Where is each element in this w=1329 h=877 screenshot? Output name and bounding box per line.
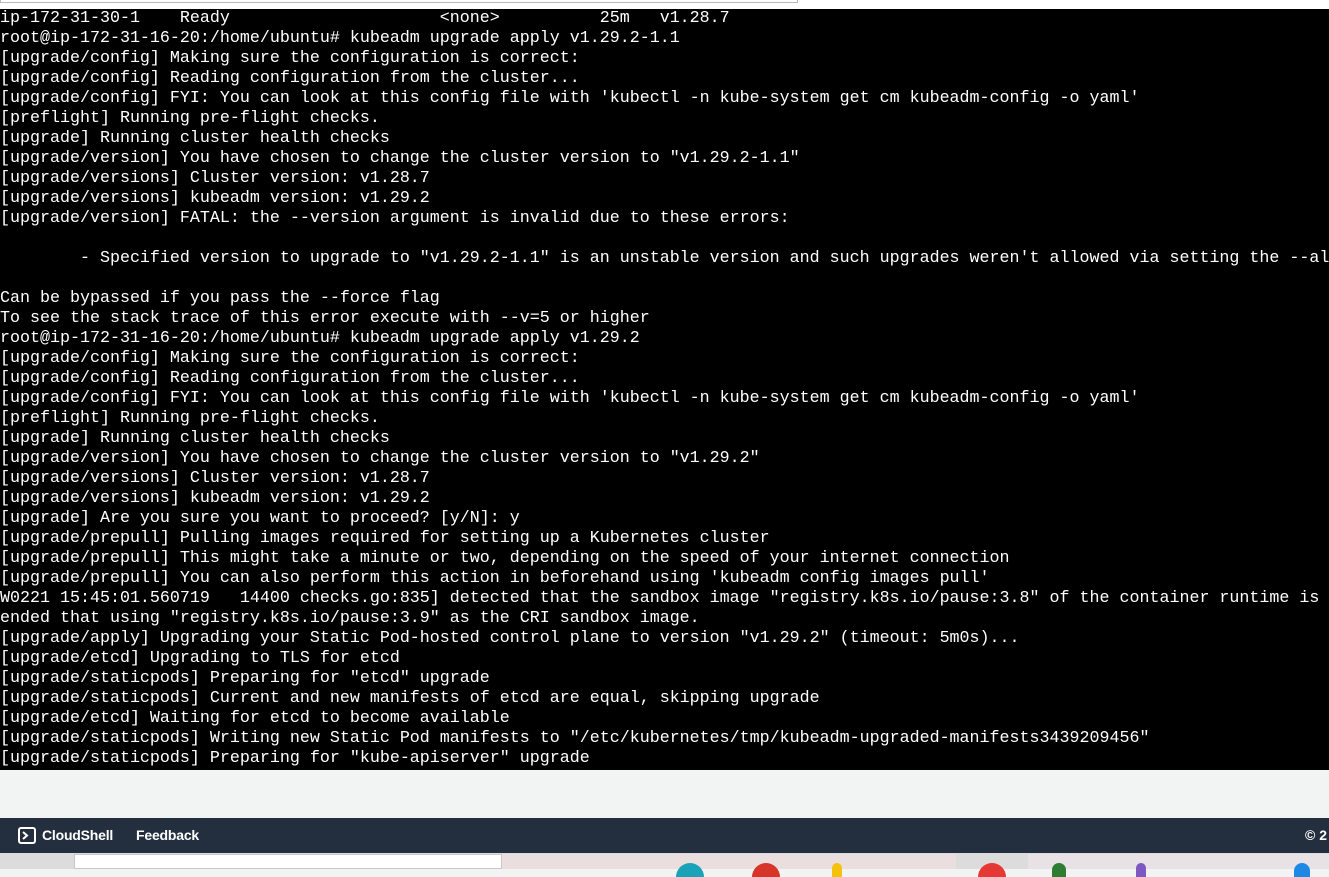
- cloudshell-button[interactable]: CloudShell: [42, 827, 113, 843]
- terminal-line: [upgrade/config] Making sure the configu…: [0, 49, 580, 68]
- terminal-line: [upgrade/prepull] You can also perform t…: [0, 569, 990, 588]
- terminal-line: [upgrade/versions] kubeadm version: v1.2…: [0, 489, 430, 508]
- browser-top-strip: [0, 0, 1329, 9]
- terminal-line: [upgrade/config] Reading configuration f…: [0, 69, 580, 88]
- feedback-button[interactable]: Feedback: [136, 827, 199, 843]
- os-taskbar: [0, 853, 1329, 877]
- terminal-line: [upgrade/staticpods] Current and new man…: [0, 689, 820, 708]
- terminal-line: [upgrade/prepull] Pulling images require…: [0, 529, 770, 548]
- terminal-line: [upgrade] Are you sure you want to proce…: [0, 509, 520, 528]
- terminal-window[interactable]: ip-172-31-30-1 Ready <none> 25m v1.28.7 r…: [0, 9, 1329, 770]
- terminal-line: [upgrade/config] FYI: You can look at th…: [0, 389, 1140, 408]
- terminal-line: [upgrade/apply] Upgrading your Static Po…: [0, 629, 1020, 648]
- terminal-line: [upgrade/prepull] This might take a minu…: [0, 549, 1010, 568]
- terminal-line: [upgrade/staticpods] Preparing for "kube…: [0, 749, 590, 768]
- terminal-line: Can be bypassed if you pass the --force …: [0, 289, 440, 308]
- terminal-line: [upgrade/version] FATAL: the --version a…: [0, 209, 790, 228]
- terminal-line: [upgrade/staticpods] Writing new Static …: [0, 729, 1150, 748]
- cloudshell-icon[interactable]: [18, 827, 36, 844]
- page-background: [0, 770, 1329, 818]
- terminal-line: [upgrade/config] Reading configuration f…: [0, 369, 580, 388]
- app-icon[interactable]: [832, 863, 842, 877]
- app-icon[interactable]: [1294, 863, 1310, 877]
- terminal-line: [upgrade/staticpods] Preparing for "etcd…: [0, 669, 490, 688]
- terminal-line: [upgrade/version] You have chosen to cha…: [0, 149, 800, 168]
- terminal-line: [upgrade/version] You have chosen to cha…: [0, 449, 760, 468]
- console-footer: CloudShell Feedback © 2: [0, 818, 1329, 853]
- terminal-output[interactable]: ip-172-31-30-1 Ready <none> 25m v1.28.7 r…: [0, 9, 1329, 769]
- terminal-line: [upgrade/etcd] Waiting for etcd to becom…: [0, 709, 510, 728]
- top-panel-edge: [0, 0, 798, 3]
- terminal-line: ip-172-31-30-1 Ready <none> 25m v1.28.7: [0, 9, 730, 28]
- terminal-line: [upgrade/versions] Cluster version: v1.2…: [0, 469, 430, 488]
- terminal-line: W0221 15:45:01.560719 14400 checks.go:83…: [0, 589, 1320, 608]
- terminal-line: [preflight] Running pre-flight checks.: [0, 409, 380, 428]
- terminal-line: [upgrade] Running cluster health checks: [0, 429, 390, 448]
- app-icon[interactable]: [752, 863, 780, 877]
- terminal-line: [upgrade/versions] kubeadm version: v1.2…: [0, 189, 430, 208]
- terminal-line: [upgrade/etcd] Upgrading to TLS for etcd: [0, 649, 400, 668]
- taskbar-window-preview[interactable]: [74, 854, 502, 869]
- copyright-text: © 2: [1305, 827, 1327, 843]
- terminal-line: root@ip-172-31-16-20:/home/ubuntu# kubea…: [0, 29, 680, 48]
- terminal-line: [preflight] Running pre-flight checks.: [0, 109, 380, 128]
- app-icon[interactable]: [1052, 863, 1066, 877]
- app-icon[interactable]: [1136, 863, 1146, 877]
- taskbar-window-preview[interactable]: [502, 854, 1006, 877]
- terminal-line: - Specified version to upgrade to "v1.29…: [0, 249, 1329, 268]
- app-icon[interactable]: [676, 863, 704, 877]
- taskbar-window-preview[interactable]: [1028, 854, 1329, 877]
- terminal-line: [upgrade/config] FYI: You can look at th…: [0, 89, 1140, 108]
- terminal-line: root@ip-172-31-16-20:/home/ubuntu# kubea…: [0, 329, 640, 348]
- terminal-line: [upgrade/config] Making sure the configu…: [0, 349, 580, 368]
- terminal-line: [upgrade] Running cluster health checks: [0, 129, 390, 148]
- terminal-line: To see the stack trace of this error exe…: [0, 309, 650, 328]
- terminal-line: ended that using "registry.k8s.io/pause:…: [0, 609, 700, 628]
- terminal-line: [upgrade/versions] Cluster version: v1.2…: [0, 169, 430, 188]
- app-icon[interactable]: [978, 863, 1006, 877]
